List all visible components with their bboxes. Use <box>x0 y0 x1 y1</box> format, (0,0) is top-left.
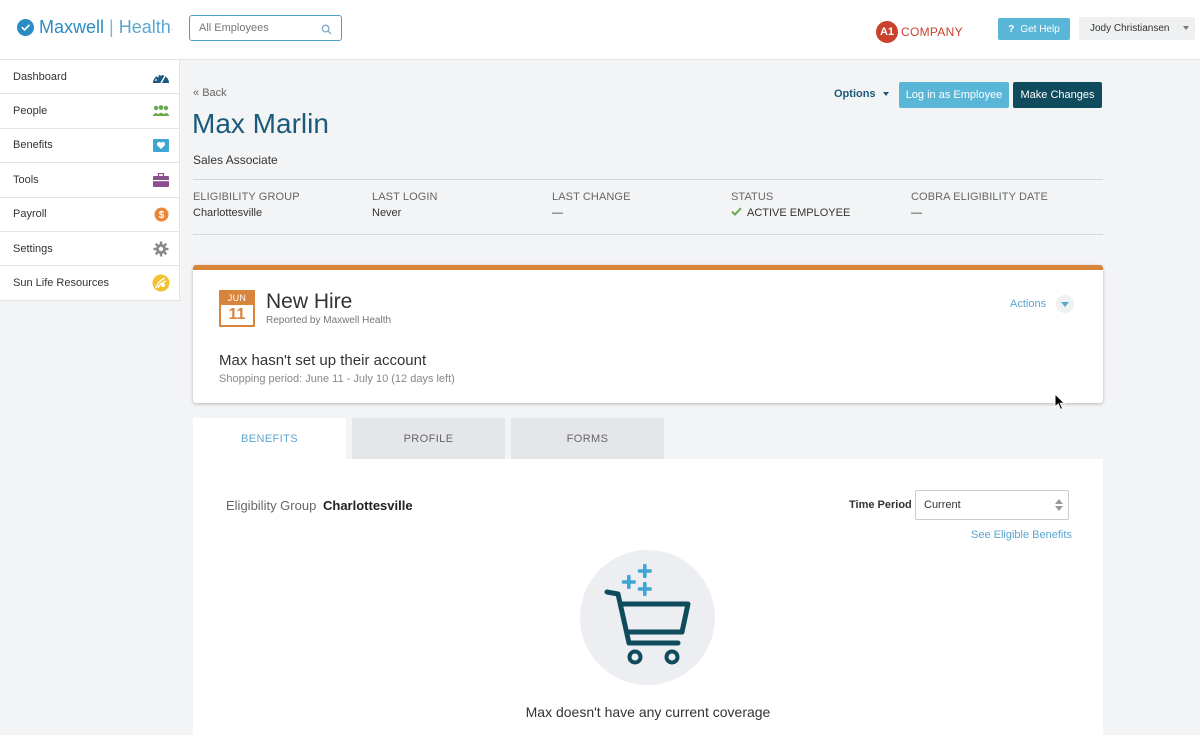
maxwell-heart-icon <box>17 18 34 36</box>
logo-separator: | <box>109 16 114 37</box>
new-hire-event-card: JUN 11 New Hire Reported by Maxwell Heal… <box>193 265 1103 403</box>
actions-label: Actions <box>1010 298 1047 310</box>
event-day: 11 <box>228 306 246 323</box>
search-input[interactable] <box>190 16 310 40</box>
gear-icon <box>152 240 170 258</box>
sidebar-item-label: Benefits <box>13 139 53 152</box>
options-dropdown[interactable]: Options <box>834 88 889 100</box>
eligibility-group-field: ELIGIBILITY GROUP Charlottesville <box>193 191 300 219</box>
meta-value: Charlottesville <box>193 207 263 219</box>
employee-tabs: BENEFITS PROFILE FORMS <box>193 418 670 459</box>
sidebar-item-benefits[interactable]: Benefits <box>0 128 179 164</box>
job-title: Sales Associate <box>193 153 278 167</box>
employee-search[interactable] <box>189 15 342 41</box>
get-help-label: Get Help <box>1020 23 1060 35</box>
sidebar-item-tools[interactable]: Tools <box>0 163 179 198</box>
options-label: Options <box>834 88 876 100</box>
sun-life-icon <box>152 274 170 292</box>
log-in-as-employee-button[interactable]: Log in as Employee <box>899 82 1009 108</box>
meta-value: — <box>552 207 563 219</box>
top-bar: Maxwell | Health . A1 COMPANY ? Get Help… <box>0 0 1200 60</box>
meta-label: LAST CHANGE <box>552 191 631 203</box>
meta-label: LAST LOGIN <box>372 191 438 203</box>
cobra-eligibility-field: COBRA ELIGIBILITY DATE — <box>911 191 1048 219</box>
double-chevron-left-icon: « <box>193 87 200 99</box>
time-period-select[interactable]: Current <box>915 490 1069 520</box>
empty-cart-illustration <box>580 550 715 685</box>
logo-trademark: . <box>170 22 173 32</box>
dollar-coin-icon: $ <box>152 205 170 223</box>
user-name: Jody Christiansen <box>1090 23 1170 34</box>
time-period-value: Current <box>924 499 961 511</box>
event-title: New Hire <box>266 290 353 313</box>
sidebar-item-sun-life-resources[interactable]: Sun Life Resources <box>0 266 179 301</box>
back-label: Back <box>202 87 227 99</box>
employee-name: Max Marlin <box>192 108 329 139</box>
meta-label: COBRA ELIGIBILITY DATE <box>911 191 1048 203</box>
status-field: STATUS ACTIVE EMPLOYEE <box>731 191 850 219</box>
sidebar: Dashboard People Benefits Tools Payroll … <box>0 60 180 301</box>
meta-value: — <box>911 207 922 219</box>
sidebar-item-label: People <box>13 105 48 118</box>
last-change-field: LAST CHANGE — <box>552 191 631 219</box>
chevron-down-icon <box>882 92 889 96</box>
see-eligible-benefits-link[interactable]: See Eligible Benefits <box>971 529 1072 541</box>
meta-label: STATUS <box>731 191 774 203</box>
company-badge: A1 <box>876 21 898 43</box>
mouse-cursor-icon <box>1054 392 1066 416</box>
checkmark-icon <box>731 207 742 219</box>
search-icon[interactable] <box>321 22 332 40</box>
question-icon: ? <box>1008 23 1015 35</box>
logo-word-maxwell: Maxwell <box>39 16 105 37</box>
user-menu[interactable]: Jody Christiansen <box>1079 17 1195 40</box>
event-reported-by: Reported by Maxwell Health <box>266 315 392 326</box>
sidebar-item-label: Tools <box>13 173 39 186</box>
svg-text:$: $ <box>158 210 164 221</box>
event-actions-dropdown[interactable]: Actions <box>1010 295 1075 313</box>
make-changes-button[interactable]: Make Changes <box>1013 82 1102 108</box>
back-link[interactable]: « Back <box>193 87 227 99</box>
employee-meta-row: ELIGIBILITY GROUP Charlottesville LAST L… <box>193 179 1103 235</box>
eligibility-group-value: Charlottesville <box>323 498 413 513</box>
chevron-down-icon[interactable] <box>1056 295 1075 313</box>
toolbox-icon <box>152 171 170 189</box>
dashboard-gauge-icon <box>152 68 170 86</box>
event-month: JUN <box>221 292 253 305</box>
logo-word-health: Health <box>118 16 171 37</box>
status-text: ACTIVE EMPLOYEE <box>747 207 851 219</box>
event-message: Max hasn't set up their account <box>219 352 427 369</box>
tab-forms[interactable]: FORMS <box>511 418 664 459</box>
select-arrows-icon <box>1055 499 1063 511</box>
shopping-period: Shopping period: June 11 - July 10 (12 d… <box>219 373 455 385</box>
eligibility-group-label: Eligibility Group <box>226 498 317 513</box>
event-date-badge: JUN 11 <box>219 290 255 327</box>
empty-coverage-message: Max doesn't have any current coverage <box>525 704 771 720</box>
sidebar-item-label: Settings <box>13 242 53 255</box>
tab-benefits[interactable]: BENEFITS <box>193 418 346 459</box>
shopping-cart-icon <box>604 564 691 665</box>
company-logo: A1 COMPANY <box>876 21 963 43</box>
company-name: COMPANY <box>901 25 963 39</box>
maxwell-health-logo[interactable]: Maxwell | Health . <box>17 16 173 38</box>
benefits-panel: Eligibility Group Charlottesville Time P… <box>193 459 1103 735</box>
sidebar-item-label: Dashboard <box>13 70 67 83</box>
chevron-down-icon <box>1183 26 1189 30</box>
sidebar-item-label: Payroll <box>13 208 47 221</box>
sidebar-item-payroll[interactable]: Payroll $ <box>0 197 179 232</box>
status-value: ACTIVE EMPLOYEE <box>731 207 850 219</box>
get-help-button[interactable]: ? Get Help <box>998 18 1070 40</box>
last-login-field: LAST LOGIN Never <box>372 191 438 219</box>
sidebar-item-people[interactable]: People <box>0 94 179 129</box>
sidebar-item-dashboard[interactable]: Dashboard <box>0 60 179 95</box>
meta-value: Never <box>372 207 402 219</box>
benefits-heart-icon <box>152 136 170 154</box>
meta-label: ELIGIBILITY GROUP <box>193 191 300 203</box>
time-period-label: Time Period <box>849 499 912 511</box>
sidebar-item-settings[interactable]: Settings <box>0 231 179 267</box>
sidebar-item-label: Sun Life Resources <box>13 277 109 290</box>
tab-profile[interactable]: PROFILE <box>352 418 505 459</box>
people-icon <box>152 102 170 120</box>
